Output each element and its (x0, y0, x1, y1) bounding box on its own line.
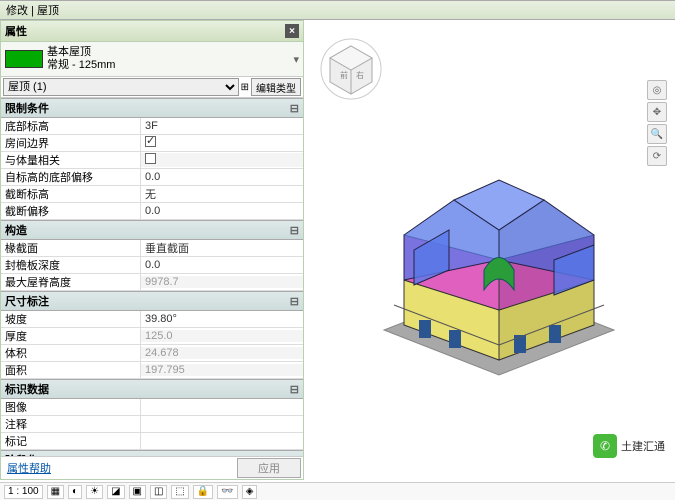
panel-header: 属性 × (1, 21, 303, 42)
label-image: 图像 (1, 399, 141, 415)
instance-row: 屋顶 (1) ⊞ 编辑类型 (1, 77, 303, 98)
reveal-hidden-icon[interactable]: ◈ (242, 485, 258, 499)
label-fascia-depth: 封檐板深度 (1, 257, 141, 273)
svg-text:右: 右 (356, 70, 364, 80)
label-base-level: 底部标高 (1, 118, 141, 134)
label-max-ridge: 最大屋脊高度 (1, 274, 141, 290)
expand-icon[interactable]: ⊟ (290, 295, 299, 308)
steering-wheel-icon[interactable]: ◎ (647, 80, 667, 100)
expand-icon[interactable]: ⊟ (290, 383, 299, 396)
properties-panel: 属性 × 基本屋顶 常规 - 125mm ▾ 屋顶 (1) ⊞ 编辑类型 限制条… (0, 20, 304, 480)
value-area: 197.795 (141, 364, 303, 376)
label-rafter-cut: 椽截面 (1, 240, 141, 256)
type-selector[interactable]: 基本屋顶 常规 - 125mm ▾ (1, 42, 303, 77)
type-name: 常规 - 125mm (47, 59, 289, 72)
type-preview-icon (5, 50, 43, 68)
edit-type-button[interactable]: 编辑类型 (251, 78, 301, 96)
label-cutoff-level: 截断标高 (1, 186, 141, 202)
dropdown-icon[interactable]: ▾ (293, 53, 299, 66)
edit-type-icon: ⊞ (241, 82, 249, 93)
sun-path-icon[interactable]: ☀ (86, 485, 103, 499)
model-3d (354, 150, 644, 380)
label-slope: 坡度 (1, 311, 141, 327)
brand-text: 土建汇通 (621, 438, 665, 454)
scale-button[interactable]: 1 : 100 (4, 485, 43, 499)
temporary-hide-icon[interactable]: 👓 (217, 485, 237, 499)
label-cutoff-offset: 截断偏移 (1, 203, 141, 219)
section-identity[interactable]: 标识数据⊟ (1, 379, 303, 399)
viewport-3d[interactable]: 前 右 ◎ ✥ 🔍 ⟳ (304, 20, 675, 480)
instance-filter[interactable]: 屋顶 (1) (3, 78, 239, 96)
wechat-icon: ✆ (593, 434, 617, 458)
crop-view-icon[interactable]: ◫ (150, 485, 167, 499)
label-room-bounding: 房间边界 (1, 135, 141, 151)
value-max-ridge: 9978.7 (141, 276, 303, 288)
label-thickness: 厚度 (1, 328, 141, 344)
value-thickness: 125.0 (141, 330, 303, 342)
value-fascia-depth[interactable]: 0.0 (141, 259, 303, 271)
close-icon[interactable]: × (285, 24, 299, 38)
shadows-icon[interactable]: ◪ (107, 485, 124, 499)
apply-button[interactable]: 应用 (237, 458, 301, 478)
watermark: ✆ 土建汇通 (593, 434, 665, 458)
label-mark: 标记 (1, 433, 141, 449)
checkbox-icon[interactable] (145, 136, 156, 147)
type-family: 基本屋顶 (47, 46, 289, 59)
type-text: 基本屋顶 常规 - 125mm (47, 46, 289, 72)
view-control-bar: 1 : 100 ▦ ◐ ☀ ◪ ▣ ◫ ⬚ 🔒 👓 ◈ (0, 482, 675, 500)
svg-text:前: 前 (340, 70, 348, 80)
rendering-icon[interactable]: ▣ (129, 485, 146, 499)
zoom-icon[interactable]: 🔍 (647, 124, 667, 144)
section-dimensions[interactable]: 尺寸标注⊟ (1, 291, 303, 311)
value-rafter-cut[interactable]: 垂直截面 (141, 240, 303, 256)
crop-region-icon[interactable]: ⬚ (171, 485, 188, 499)
value-room-bounding[interactable] (141, 136, 303, 150)
value-base-level[interactable]: 3F (141, 120, 303, 132)
view-cube[interactable]: 前 右 (320, 38, 382, 100)
visual-style-icon[interactable]: ◐ (68, 485, 82, 499)
expand-icon[interactable]: ⊟ (290, 102, 299, 115)
label-volume: 体积 (1, 345, 141, 361)
checkbox-icon (145, 153, 156, 164)
value-base-offset[interactable]: 0.0 (141, 171, 303, 183)
panel-title-text: 属性 (5, 23, 27, 39)
expand-icon[interactable]: ⊟ (290, 224, 299, 237)
value-cutoff-offset[interactable]: 0.0 (141, 205, 303, 217)
value-related-mass (141, 153, 303, 167)
label-comments: 注释 (1, 416, 141, 432)
label-area: 面积 (1, 362, 141, 378)
section-constraints[interactable]: 限制条件⊟ (1, 98, 303, 118)
active-tab[interactable]: 修改 | 屋顶 (6, 2, 59, 18)
value-slope[interactable]: 39.80° (141, 313, 303, 325)
label-related-mass: 与体量相关 (1, 152, 141, 168)
section-construction[interactable]: 构造⊟ (1, 220, 303, 240)
value-cutoff-level[interactable]: 无 (141, 186, 303, 202)
label-base-offset: 自标高的底部偏移 (1, 169, 141, 185)
value-volume: 24.678 (141, 347, 303, 359)
detail-level-icon[interactable]: ▦ (47, 485, 64, 499)
property-grid: 限制条件⊟ 底部标高3F 房间边界 与体量相关 自标高的底部偏移0.0 截断标高… (1, 98, 303, 456)
lock-3d-icon[interactable]: 🔒 (193, 485, 213, 499)
pan-icon[interactable]: ✥ (647, 102, 667, 122)
navigation-bar: ◎ ✥ 🔍 ⟳ (647, 80, 667, 166)
orbit-icon[interactable]: ⟳ (647, 146, 667, 166)
property-help-link[interactable]: 属性帮助 (3, 458, 55, 478)
ribbon-tab-row: 修改 | 屋顶 (0, 0, 675, 20)
